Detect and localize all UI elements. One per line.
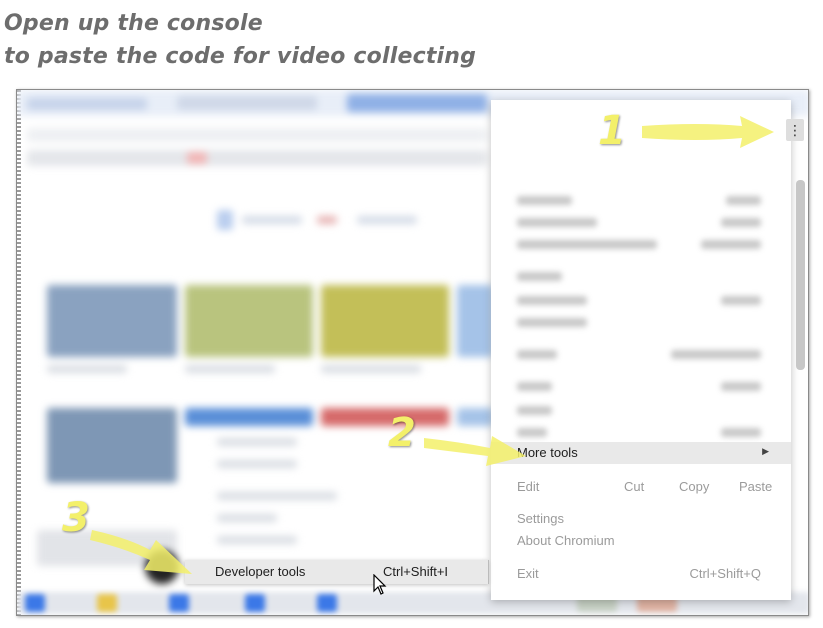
developer-tools-shortcut: Ctrl+Shift+I xyxy=(383,564,449,579)
arrow-3-icon xyxy=(90,530,192,574)
copy-button[interactable]: Copy xyxy=(679,479,709,494)
menu-scrollbar[interactable] xyxy=(796,180,805,370)
edit-label: Edit xyxy=(517,479,540,494)
exit-shortcut: Ctrl+Shift+Q xyxy=(689,566,761,581)
submenu-divider xyxy=(488,560,489,584)
cut-button[interactable]: Cut xyxy=(624,479,644,494)
about-label: About Chromium xyxy=(517,533,615,548)
vertical-dots-icon: ⋮ xyxy=(788,122,802,138)
chrome-main-menu: More tools ▶ Edit Cut Copy Paste Setting… xyxy=(491,100,791,600)
mouse-cursor-icon xyxy=(373,574,387,595)
caption-line-2: to paste the code for video collecting xyxy=(4,44,477,69)
step-2-number: 2 xyxy=(388,410,416,456)
menu-item-more-tools[interactable]: More tools ▶ xyxy=(491,442,791,464)
more-tools-submenu: Developer tools Ctrl+Shift+I xyxy=(185,560,489,584)
developer-tools-label: Developer tools xyxy=(215,564,306,579)
chrome-menu-button[interactable]: ⋮ xyxy=(786,119,804,141)
menu-item-settings[interactable]: Settings xyxy=(491,508,791,530)
paste-button[interactable]: Paste xyxy=(739,479,772,494)
step-1-number: 1 xyxy=(598,108,626,154)
menu-item-exit[interactable]: Exit Ctrl+Shift+Q xyxy=(491,563,791,585)
arrow-2-icon xyxy=(424,436,526,466)
arrow-1-icon xyxy=(642,116,774,148)
menu-item-about[interactable]: About Chromium xyxy=(491,530,791,552)
exit-label: Exit xyxy=(517,566,539,581)
settings-label: Settings xyxy=(517,511,564,526)
menu-item-developer-tools[interactable]: Developer tools Ctrl+Shift+I xyxy=(185,560,488,584)
menu-row-edit: Edit Cut Copy Paste xyxy=(491,476,791,498)
step-3-number: 3 xyxy=(62,495,90,541)
submenu-arrow-icon: ▶ xyxy=(762,446,769,456)
caption-line-1: Open up the console xyxy=(4,11,263,36)
